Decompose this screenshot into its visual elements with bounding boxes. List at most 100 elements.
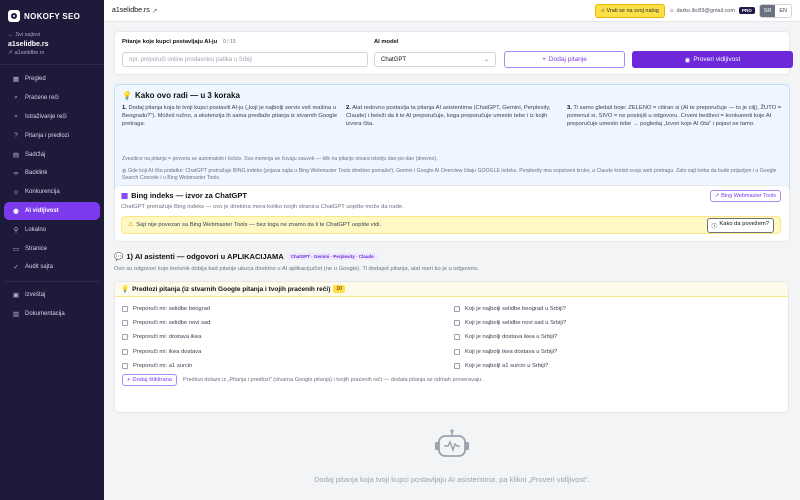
- add-question-button[interactable]: + Dodaj pitanje: [504, 51, 625, 68]
- sidebar-item-label: Praćene reči: [25, 95, 59, 102]
- checkbox[interactable]: [454, 306, 460, 312]
- back-link[interactable]: ← Svi sajtovi: [0, 28, 104, 38]
- how-to-connect-button[interactable]: ⓘ Kako da povežem?: [706, 217, 774, 233]
- bing-index-card: ▦ Bing indeks — izvor za ChatGPT ↗ Bing …: [114, 185, 790, 242]
- lang-sr-button[interactable]: SR: [759, 4, 776, 17]
- suggestion-item[interactable]: Preporuči mi: selidbe beograd: [122, 306, 210, 312]
- checkbox[interactable]: [122, 320, 128, 326]
- sidebar-item-konkurencija[interactable]: ☺ Konkurencija: [4, 183, 100, 202]
- how-title-text: Kako ovo radi — u 3 koraka: [134, 91, 240, 100]
- external-link-icon: ↗: [151, 7, 158, 15]
- sidebar-item-dokumentacija[interactable]: ▥ Dokumentacija: [4, 305, 100, 324]
- chevron-down-icon: ⌄: [483, 57, 489, 63]
- sidebar: NOKOFY SEO ← Svi sajtovi a1selidbe.rs ↗ …: [0, 0, 104, 500]
- suggestion-item[interactable]: Preporuči mi: a1 surcin: [122, 363, 192, 369]
- assistants-title: 💬 1) AI asistenti — odgovori u APLIKACIJ…: [114, 252, 378, 261]
- bing-tools-label: Bing Webmaster Tools: [721, 193, 776, 199]
- sidebar-item-label: Konkurencija: [25, 189, 60, 196]
- sidebar-item-pitanja[interactable]: ? Pitanja i predlozi: [4, 126, 100, 145]
- step-2: 2. Alat redovno postavlja ta pitanja AI …: [346, 104, 559, 128]
- suggestions-header: 💡 Predlozi pitanja (iz stvarnih Google p…: [115, 282, 788, 297]
- user-info[interactable]: ☺ darko.ilic83@gmail.com: [669, 8, 735, 14]
- sidebar-item-label: AI vidljivost: [25, 207, 59, 214]
- step-2-number: 2.: [346, 105, 351, 111]
- checkbox[interactable]: [122, 334, 128, 340]
- site-url-link[interactable]: ↗ a1selidbe.rs: [0, 48, 104, 56]
- sidebar-item-label: Sadržaj: [25, 151, 46, 158]
- check-visibility-label: Proveri vidljivost: [693, 56, 741, 63]
- bing-title: ▦ Bing indeks — izvor za ChatGPT: [121, 191, 247, 200]
- suggestions-footer: Predlozi dolaze iz „Pitanja i predlozi" …: [183, 377, 483, 383]
- bing-desc: ChatGPT pretražuje Bing indeks — ovo je …: [121, 204, 404, 210]
- how-note-2: ◍ Gde koji AI čita podatke: ChatGPT pret…: [122, 168, 782, 182]
- sidebar-item-lokalno[interactable]: ⚲ Lokalno: [4, 220, 100, 239]
- checkbox[interactable]: [454, 349, 460, 355]
- assistants-title-text: 1) AI asistenti — odgovori u APLIKACIJAM…: [126, 252, 284, 261]
- suggestion-item[interactable]: Preporuči mi: dostava ikea: [122, 334, 201, 340]
- how-title: 💡 Kako ovo radi — u 3 koraka: [122, 91, 240, 100]
- sidebar-item-pregled[interactable]: ▦ Pregled: [4, 70, 100, 89]
- sidebar-item-label: Istraživanje reči: [25, 113, 67, 120]
- suggestion-item[interactable]: Koji je najbolji selidbe beograd u Srbij…: [454, 306, 566, 312]
- user-icon: ☺: [668, 7, 675, 14]
- sidebar-item-pracene-reci[interactable]: ⌕ Praćene reči: [4, 89, 100, 108]
- step-1-text: Dodaj pitanja koja bi tvoji kupci postav…: [122, 105, 338, 127]
- checkbox[interactable]: [122, 349, 128, 355]
- suggestions-panel: 💡 Predlozi pitanja (iz stvarnih Google p…: [114, 281, 789, 413]
- return-to-account-button[interactable]: ⌂ Vrati se na svoj nalog: [595, 3, 665, 18]
- model-select[interactable]: ChatGPT ⌄: [374, 52, 496, 67]
- site-name: a1selidbe.rs: [8, 41, 49, 48]
- users-icon: ☺: [12, 188, 20, 196]
- robot-icon: ◉: [684, 56, 691, 64]
- sidebar-item-label: Stranice: [25, 245, 48, 252]
- logo-icon: [8, 10, 20, 22]
- plan-badge: PRO: [738, 7, 755, 14]
- pin-icon: ⚲: [13, 226, 19, 234]
- arrow-left-icon: ←: [8, 32, 14, 38]
- add-selected-button[interactable]: + Dodaj štiklirana: [122, 374, 178, 386]
- suggestion-item[interactable]: Koji je najbolji ikea dostava u Srbiji?: [454, 349, 557, 355]
- pages-icon: ▭: [12, 245, 20, 253]
- bing-webmaster-tools-button[interactable]: ↗ Bing Webmaster Tools: [709, 190, 781, 202]
- sidebar-item-sadrzaj[interactable]: ▤ Sadržaj: [4, 145, 100, 164]
- checkbox[interactable]: [122, 363, 128, 369]
- suggestion-text: Koji je najbolji dostava ikea u Srbiji?: [465, 334, 558, 340]
- checkbox[interactable]: [454, 363, 460, 369]
- sidebar-item-label: Audit sajta: [25, 264, 54, 271]
- how-note-1: Zvezdice na pitanju = provera se automat…: [122, 156, 438, 162]
- sidebar-item-label: Dokumentacija: [25, 310, 65, 317]
- document-icon: ▤: [12, 151, 20, 159]
- sidebar-item-istrazivanje-reci[interactable]: ⌕ Istraživanje reči: [4, 108, 100, 127]
- logo[interactable]: NOKOFY SEO: [0, 0, 104, 28]
- top-site-label: a1selidbe.rs: [112, 7, 150, 14]
- checkbox[interactable]: [454, 334, 460, 340]
- top-site-link[interactable]: a1selidbe.rs ↗: [112, 7, 158, 15]
- suggestion-item[interactable]: Preporuči mi: selidbe novi sad: [122, 320, 210, 326]
- checkbox[interactable]: [122, 306, 128, 312]
- sidebar-item-stranice[interactable]: ▭ Stranice: [4, 239, 100, 258]
- bing-title-text: Bing indeks — izvor za ChatGPT: [131, 191, 247, 200]
- sidebar-item-backlink[interactable]: ∞ Backlink: [4, 164, 100, 183]
- checkbox[interactable]: [454, 320, 460, 326]
- suggestion-text: Koji je najbolji ikea dostava u Srbiji?: [465, 349, 558, 355]
- how-to-connect-label: Kako da povežem?: [719, 220, 769, 227]
- robot-icon: ◉: [13, 207, 19, 215]
- sidebar-item-ai-vidljivost[interactable]: ◉ AI vidljivost: [4, 201, 100, 221]
- suggestion-item[interactable]: Koji je najbolji selidbe novi sad u Srbi…: [454, 320, 566, 326]
- how-it-works-card: 💡 Kako ovo radi — u 3 koraka 1. Dodaj pi…: [114, 84, 790, 198]
- home-icon: ⌂: [601, 7, 605, 14]
- robot-icon: [434, 429, 470, 463]
- question-input[interactable]: npr. preporuči online prodavnicu patika …: [122, 52, 368, 67]
- check-visibility-button[interactable]: ◉ Proveri vidljivost: [632, 51, 793, 68]
- suggestion-item[interactable]: Preporuči mi: ikea dostava: [122, 349, 201, 355]
- sidebar-item-label: Backlink: [25, 170, 48, 177]
- sidebar-item-audit[interactable]: ✓ Audit sajta: [4, 258, 100, 277]
- sidebar-item-izvestaj[interactable]: ▣ Izveštaj: [4, 286, 100, 305]
- lang-en-button[interactable]: EN: [775, 4, 791, 17]
- lightbulb-icon: 💡: [122, 91, 132, 100]
- book-icon: ▥: [12, 310, 20, 318]
- suggestion-item[interactable]: Koji je najbolji dostava ikea u Srbiji?: [454, 334, 557, 340]
- suggestion-item[interactable]: Koji je najbolji a1 surcin u Srbiji?: [454, 363, 548, 369]
- empty-state-text: Dodaj pitanja koja tvoji kupci postavlja…: [314, 475, 590, 484]
- logo-text: NOKOFY SEO: [24, 11, 81, 21]
